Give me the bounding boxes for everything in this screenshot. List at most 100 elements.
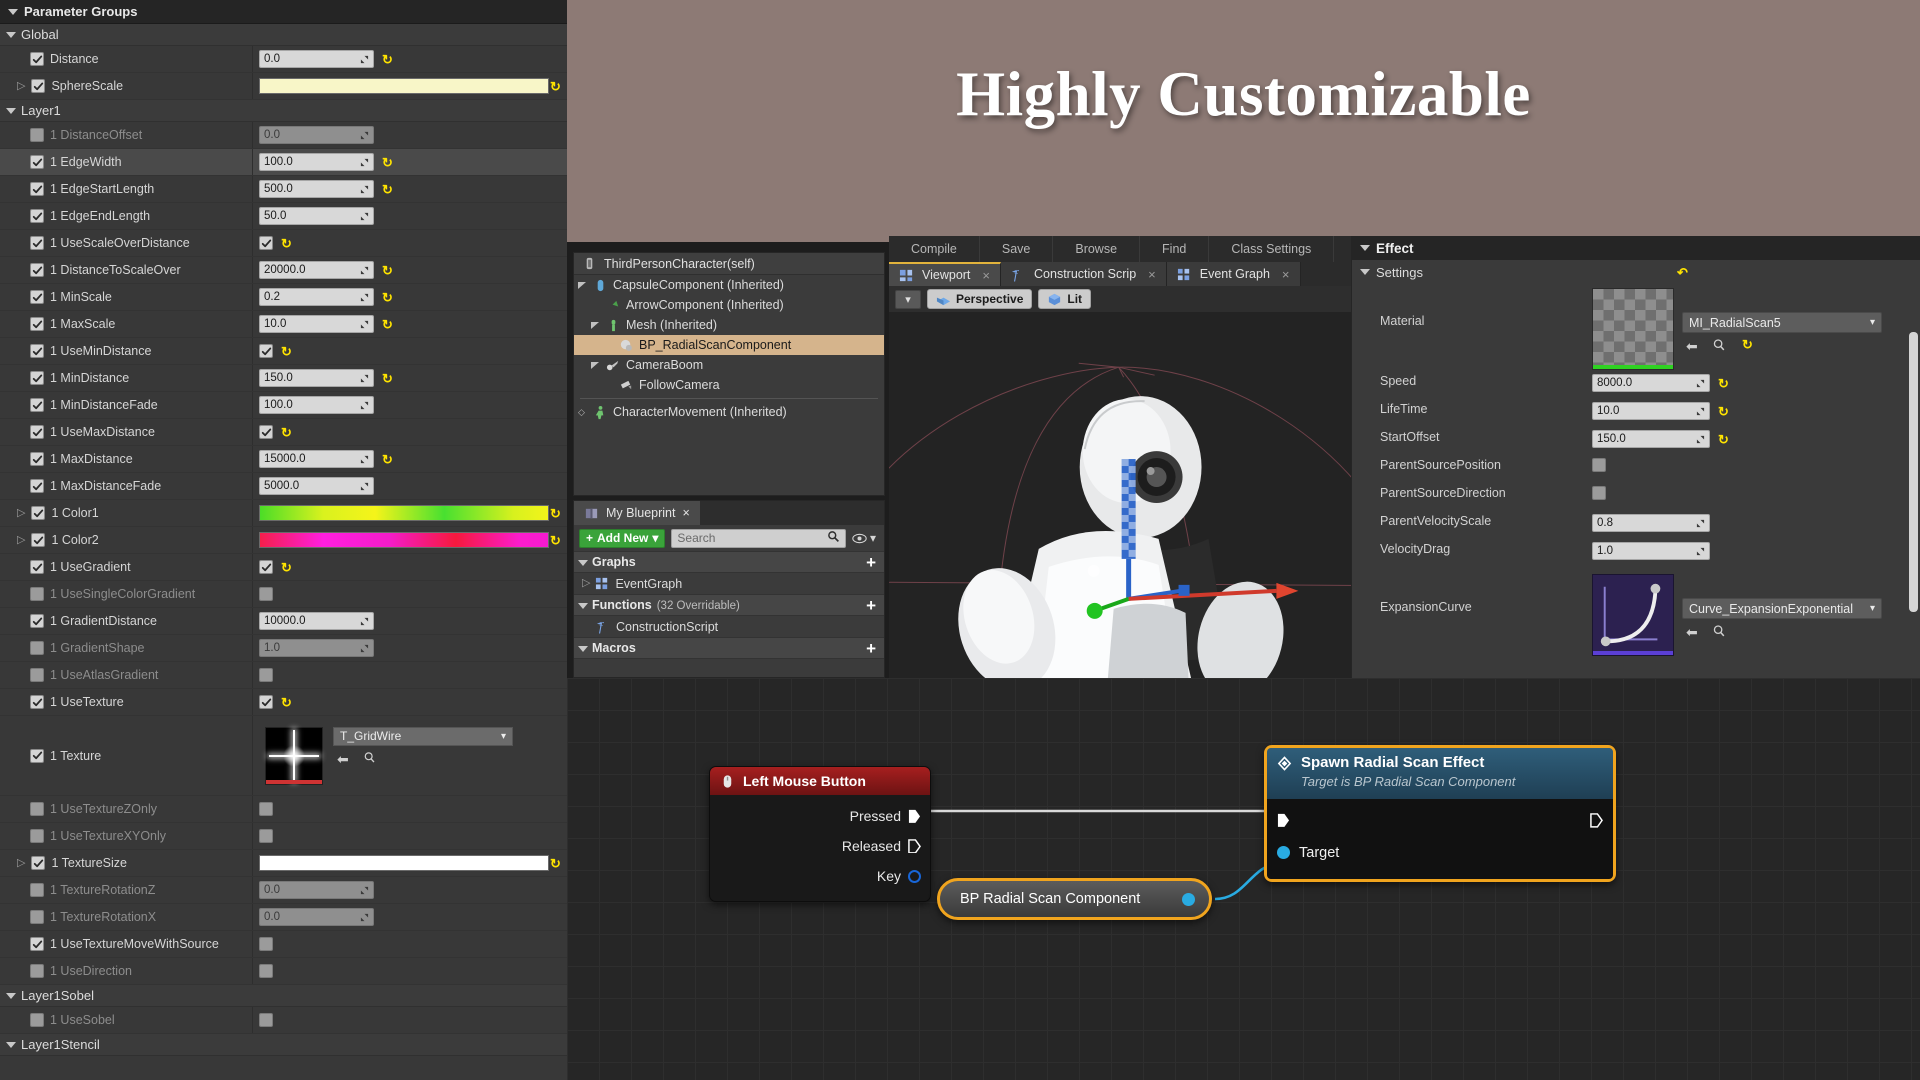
number-input[interactable]: 10000.0 <box>259 612 374 630</box>
close-icon[interactable]: × <box>1148 267 1156 282</box>
spinner-icon[interactable] <box>360 212 369 221</box>
parameter-checkbox[interactable] <box>30 883 44 897</box>
parameter-checkbox[interactable] <box>30 128 44 142</box>
parameter-checkbox[interactable] <box>30 398 44 412</box>
parameter-checkbox[interactable] <box>30 964 44 978</box>
reset-arrow-icon[interactable]: ↺ <box>382 182 393 197</box>
value-checkbox[interactable] <box>259 802 273 816</box>
parameter-row[interactable]: 1 MinDistance 150.0 ↺ <box>0 365 567 392</box>
color-gradient-swatch[interactable] <box>259 855 549 871</box>
find-in-content-icon[interactable] <box>1712 338 1726 355</box>
number-input[interactable]: 10.0 <box>1592 402 1710 420</box>
value-checkbox[interactable] <box>1592 486 1606 500</box>
collapse-triangle-icon[interactable] <box>1360 269 1370 275</box>
parameter-row[interactable]: 1 Texture T_GridWire ▾ ⬅ <box>0 716 567 796</box>
pin-key[interactable]: Key <box>710 861 930 891</box>
number-input[interactable]: 5000.0 <box>259 477 374 495</box>
parameter-row[interactable]: 1 MaxScale 10.0 ↺ <box>0 311 567 338</box>
number-input[interactable]: 10.0 <box>259 315 374 333</box>
number-input[interactable]: 50.0 <box>259 207 374 225</box>
reset-arrow-icon[interactable]: ↺ <box>550 856 561 871</box>
data-pin-icon[interactable] <box>1182 892 1195 906</box>
parameter-row[interactable]: 1 UseScaleOverDistance ↺ <box>0 230 567 257</box>
section-header-functions[interactable]: Functions (32 Overridable) + <box>574 594 884 616</box>
reset-arrow-icon[interactable]: ↺ <box>281 560 292 575</box>
reset-arrow-icon[interactable]: ↺ <box>281 236 292 251</box>
parameter-row[interactable]: 1 TextureRotationZ 0.0 <box>0 877 567 904</box>
reset-arrow-icon[interactable]: ↺ <box>382 452 393 467</box>
spinner-icon[interactable] <box>360 266 369 275</box>
exec-pin-icon[interactable] <box>908 838 921 854</box>
value-checkbox[interactable] <box>259 695 273 709</box>
collapse-triangle-icon[interactable] <box>578 602 588 609</box>
node-spawn-radial-scan-effect[interactable]: Spawn Radial Scan Effect Target is BP Ra… <box>1264 745 1616 882</box>
pin-exec-row[interactable] <box>1267 805 1613 837</box>
number-input[interactable]: 0.0 <box>259 50 374 68</box>
parameter-row[interactable]: 1 UseSingleColorGradient <box>0 581 567 608</box>
reset-arrow-icon[interactable]: ↺ <box>382 317 393 332</box>
parameter-checkbox[interactable] <box>31 506 46 520</box>
parameter-row[interactable]: 1 MinDistanceFade 100.0 <box>0 392 567 419</box>
collapse-triangle-icon[interactable] <box>578 278 588 292</box>
parameter-row[interactable]: 1 UseMinDistance ↺ <box>0 338 567 365</box>
collapse-triangle-icon[interactable] <box>1360 245 1370 251</box>
reset-arrow-icon[interactable]: ↺ <box>1718 404 1729 419</box>
data-pin-icon[interactable] <box>908 869 921 883</box>
reset-arrow-icon[interactable]: ↺ <box>550 506 561 521</box>
collapse-triangle-icon[interactable] <box>6 992 16 999</box>
parameter-checkbox[interactable] <box>30 587 44 601</box>
find-in-content-icon[interactable] <box>363 751 376 768</box>
value-checkbox[interactable] <box>259 236 273 250</box>
parameter-checkbox[interactable] <box>30 748 44 763</box>
pin-released[interactable]: Released <box>710 831 930 861</box>
parameter-row[interactable]: 1 DistanceOffset 0.0 <box>0 122 567 149</box>
parameter-checkbox[interactable] <box>30 209 44 223</box>
parameter-group-global[interactable]: Global <box>0 24 567 46</box>
spinner-icon[interactable] <box>1696 435 1705 444</box>
reset-arrow-icon[interactable]: ↺ <box>281 425 292 440</box>
value-checkbox[interactable] <box>259 587 273 601</box>
value-checkbox[interactable] <box>259 937 273 951</box>
parameter-checkbox[interactable] <box>30 1013 44 1027</box>
reset-arrow-icon[interactable]: ↺ <box>281 344 292 359</box>
toolbar-save[interactable]: Save <box>980 236 1054 262</box>
close-icon[interactable]: × <box>982 268 990 283</box>
spinner-icon[interactable] <box>360 158 369 167</box>
parameter-checkbox[interactable] <box>30 802 44 816</box>
tree-item-arrowcomponent[interactable]: ArrowComponent (Inherited) <box>574 295 884 315</box>
tree-self-row[interactable]: ThirdPersonCharacter(self) <box>574 253 884 275</box>
number-input[interactable]: 0.0 <box>259 881 374 899</box>
parameter-checkbox[interactable] <box>30 371 44 385</box>
parameter-checkbox[interactable] <box>30 452 44 466</box>
reset-icon[interactable]: ↶ <box>1677 266 1688 279</box>
parameter-row[interactable]: ▷ SphereScale ↺ <box>0 73 567 100</box>
reset-arrow-icon[interactable]: ↺ <box>382 52 393 67</box>
pin-target[interactable]: Target <box>1267 837 1613 869</box>
reset-arrow-icon[interactable]: ↺ <box>281 695 292 710</box>
toolbar-compile[interactable]: Compile <box>889 236 980 262</box>
tab-construction-scrip[interactable]: f Construction Scrip × <box>1001 262 1167 286</box>
parameter-row[interactable]: 1 DistanceToScaleOver 20000.0 ↺ <box>0 257 567 284</box>
reset-arrow-icon[interactable]: ↺ <box>382 263 393 278</box>
color-gradient-swatch[interactable] <box>259 78 549 94</box>
parameter-row[interactable]: 1 UseDirection <box>0 958 567 985</box>
value-checkbox[interactable] <box>1592 458 1606 472</box>
color-gradient-swatch[interactable] <box>259 532 549 548</box>
number-input[interactable]: 150.0 <box>259 369 374 387</box>
spinner-icon[interactable] <box>1696 407 1705 416</box>
spinner-icon[interactable] <box>360 644 369 653</box>
parameter-list[interactable]: Global Distance 0.0 ↺ ▷ SphereScale ↺ Layer1 1 D… <box>0 24 567 1080</box>
spinner-icon[interactable] <box>360 482 369 491</box>
add-graphs-button[interactable]: + <box>866 554 876 571</box>
parameter-row[interactable]: 1 EdgeStartLength 500.0 ↺ <box>0 176 567 203</box>
tree-item-mesh[interactable]: Mesh (Inherited) <box>574 315 884 335</box>
section-header-graphs[interactable]: Graphs + <box>574 551 884 573</box>
value-checkbox[interactable] <box>259 560 273 574</box>
parameter-group-layer1[interactable]: Layer1 <box>0 100 567 122</box>
number-input[interactable]: 0.0 <box>259 908 374 926</box>
expand-triangle-icon[interactable]: ▷ <box>17 80 25 92</box>
toolbar-class-settings[interactable]: Class Settings <box>1209 236 1335 262</box>
node-bp-radial-scan-component[interactable]: BP Radial Scan Component <box>937 878 1212 920</box>
reset-arrow-icon[interactable]: ↺ <box>382 371 393 386</box>
spinner-icon[interactable] <box>360 293 369 302</box>
